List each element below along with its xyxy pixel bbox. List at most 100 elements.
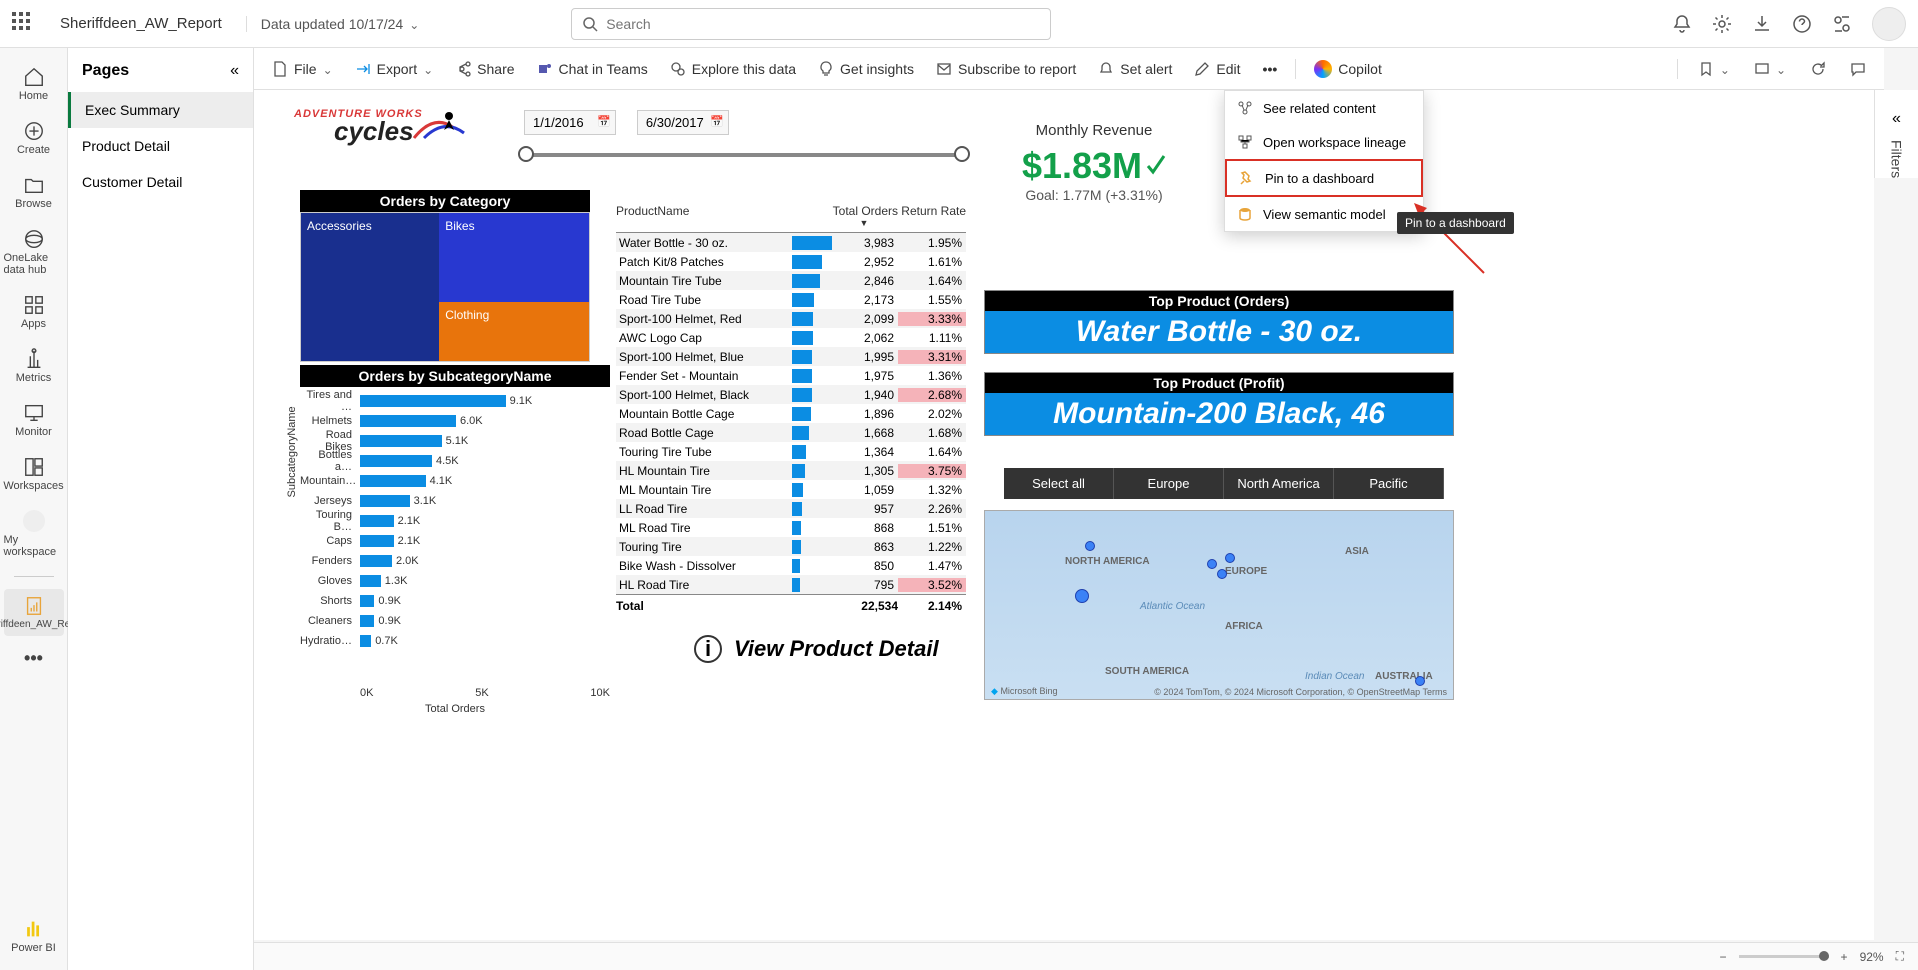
card-top-product-orders[interactable]: Top Product (Orders) Water Bottle - 30 o… bbox=[984, 290, 1454, 354]
table-row[interactable]: Sport-100 Helmet, Red2,0993.33% bbox=[616, 309, 966, 328]
search-box[interactable] bbox=[571, 8, 1051, 40]
table-row[interactable]: HL Mountain Tire1,3053.75% bbox=[616, 461, 966, 480]
share-button[interactable]: Share bbox=[447, 57, 522, 81]
slider-handle-end[interactable] bbox=[954, 146, 970, 162]
map-point[interactable] bbox=[1075, 589, 1089, 603]
download-icon[interactable] bbox=[1752, 14, 1772, 34]
menu-see-related[interactable]: See related content bbox=[1225, 91, 1423, 125]
nav-apps[interactable]: Apps bbox=[4, 288, 64, 336]
table-row[interactable]: Road Tire Tube2,1731.55% bbox=[616, 290, 966, 309]
table-row[interactable]: Road Bottle Cage1,6681.68% bbox=[616, 423, 966, 442]
treemap-tile-clothing[interactable]: Clothing bbox=[439, 302, 589, 361]
nav-powerbi[interactable]: Power BI bbox=[4, 912, 64, 960]
comment-button[interactable] bbox=[1842, 57, 1874, 81]
bookmark-button[interactable] bbox=[1690, 57, 1738, 81]
treemap-orders-by-category[interactable]: Orders by Category Accessories Bikes Clo… bbox=[300, 190, 590, 362]
table-row[interactable]: Touring Tire Tube1,3641.64% bbox=[616, 442, 966, 461]
bar-row[interactable]: Road Bikes5.1K bbox=[360, 433, 604, 448]
menu-view-semantic-model[interactable]: View semantic model bbox=[1225, 197, 1423, 231]
date-range-slicer[interactable]: 1/1/2016📅 6/30/2017📅 bbox=[524, 110, 964, 157]
table-row[interactable]: Water Bottle - 30 oz.3,9831.95% bbox=[616, 233, 966, 252]
bar-row[interactable]: Touring B…2.1K bbox=[360, 513, 604, 528]
bar-row[interactable]: Caps2.1K bbox=[360, 533, 604, 548]
collapse-pages-icon[interactable]: « bbox=[230, 62, 239, 80]
page-exec-summary[interactable]: Exec Summary bbox=[68, 92, 253, 128]
bar-row[interactable]: Cleaners0.9K bbox=[360, 613, 604, 628]
nav-create[interactable]: Create bbox=[4, 114, 64, 162]
kpi-monthly-revenue[interactable]: Monthly Revenue $1.83M Goal: 1.77M (+3.3… bbox=[984, 122, 1204, 203]
nav-home[interactable]: Home bbox=[4, 60, 64, 108]
nav-my-workspace[interactable]: My workspace bbox=[4, 504, 64, 564]
table-row[interactable]: Touring Tire8631.22% bbox=[616, 537, 966, 556]
bar-row[interactable]: Jerseys3.1K bbox=[360, 493, 604, 508]
nav-metrics[interactable]: Metrics bbox=[4, 342, 64, 390]
chat-teams-button[interactable]: Chat in Teams bbox=[529, 57, 656, 81]
map-point[interactable] bbox=[1207, 559, 1217, 569]
nav-browse[interactable]: Browse bbox=[4, 168, 64, 216]
card-top-product-profit[interactable]: Top Product (Profit) Mountain-200 Black,… bbox=[984, 372, 1454, 436]
menu-workspace-lineage[interactable]: Open workspace lineage bbox=[1225, 125, 1423, 159]
col-total-orders[interactable]: Total Orders▼ bbox=[830, 204, 898, 228]
bar-row[interactable]: Shorts0.9K bbox=[360, 593, 604, 608]
table-row[interactable]: Sport-100 Helmet, Black1,9402.68% bbox=[616, 385, 966, 404]
table-row[interactable]: Patch Kit/8 Patches2,9521.61% bbox=[616, 252, 966, 271]
world-map[interactable]: NORTH AMERICA SOUTH AMERICA EUROPE AFRIC… bbox=[984, 510, 1454, 700]
table-row[interactable]: AWC Logo Cap2,0621.11% bbox=[616, 328, 966, 347]
page-customer-detail[interactable]: Customer Detail bbox=[68, 164, 253, 200]
treemap-tile-accessories[interactable]: Accessories bbox=[301, 213, 439, 361]
bar-row[interactable]: Helmets6.0K bbox=[360, 413, 604, 428]
nav-current-report[interactable]: Sheriffdeen_AW_Report bbox=[4, 589, 64, 636]
export-menu[interactable]: Export bbox=[347, 57, 442, 81]
data-updated-dropdown[interactable]: Data updated 10/17/24 bbox=[246, 16, 420, 32]
bar-row[interactable]: Hydratio…0.7K bbox=[360, 633, 604, 648]
map-point[interactable] bbox=[1085, 541, 1095, 551]
account-manager-icon[interactable] bbox=[1832, 14, 1852, 34]
date-start-input[interactable]: 1/1/2016📅 bbox=[524, 110, 616, 135]
nav-more[interactable]: ••• bbox=[4, 642, 64, 675]
help-icon[interactable] bbox=[1792, 14, 1812, 34]
view-mode-button[interactable] bbox=[1746, 57, 1794, 81]
nav-onelake[interactable]: OneLake data hub bbox=[4, 222, 64, 282]
user-avatar[interactable] bbox=[1872, 7, 1906, 41]
nav-workspaces[interactable]: Workspaces bbox=[4, 450, 64, 498]
bar-row[interactable]: Fenders2.0K bbox=[360, 553, 604, 568]
edit-button[interactable]: Edit bbox=[1186, 57, 1248, 81]
region-north-america[interactable]: North America bbox=[1224, 468, 1334, 499]
copilot-button[interactable]: Copilot bbox=[1306, 56, 1390, 82]
table-row[interactable]: ML Road Tire8681.51% bbox=[616, 518, 966, 537]
table-row[interactable]: ML Mountain Tire1,0591.32% bbox=[616, 480, 966, 499]
notifications-icon[interactable] bbox=[1672, 14, 1692, 34]
bar-row[interactable]: Mountain…4.1K bbox=[360, 473, 604, 488]
menu-pin-to-dashboard[interactable]: Pin to a dashboard bbox=[1225, 159, 1423, 197]
region-europe[interactable]: Europe bbox=[1114, 468, 1224, 499]
col-return-rate[interactable]: Return Rate bbox=[898, 204, 966, 228]
settings-icon[interactable] bbox=[1712, 14, 1732, 34]
table-row[interactable]: Mountain Bottle Cage1,8962.02% bbox=[616, 404, 966, 423]
bar-row[interactable]: Bottles a…4.5K bbox=[360, 453, 604, 468]
nav-monitor[interactable]: Monitor bbox=[4, 396, 64, 444]
table-row[interactable]: Fender Set - Mountain1,9751.36% bbox=[616, 366, 966, 385]
barchart-orders-by-subcat[interactable]: Orders by SubcategoryName SubcategoryNam… bbox=[300, 365, 610, 715]
region-pacific[interactable]: Pacific bbox=[1334, 468, 1444, 499]
insights-button[interactable]: Get insights bbox=[810, 57, 922, 81]
zoom-slider[interactable] bbox=[1739, 955, 1829, 958]
date-slider[interactable] bbox=[524, 153, 964, 157]
product-table[interactable]: ProductName Total Orders▼ Return Rate Wa… bbox=[616, 200, 966, 617]
slider-handle-start[interactable] bbox=[518, 146, 534, 162]
refresh-button[interactable] bbox=[1802, 57, 1834, 81]
subscribe-button[interactable]: Subscribe to report bbox=[928, 57, 1084, 81]
table-row[interactable]: LL Road Tire9572.26% bbox=[616, 499, 966, 518]
treemap-tile-bikes[interactable]: Bikes bbox=[439, 213, 589, 302]
bar-row[interactable]: Tires and …9.1K bbox=[360, 393, 604, 408]
region-select-all[interactable]: Select all bbox=[1004, 468, 1114, 499]
zoom-out-button[interactable]: − bbox=[1720, 950, 1727, 964]
table-row[interactable]: Sport-100 Helmet, Blue1,9953.31% bbox=[616, 347, 966, 366]
table-row[interactable]: HL Road Tire7953.52% bbox=[616, 575, 966, 594]
map-point[interactable] bbox=[1217, 569, 1227, 579]
zoom-in-button[interactable]: + bbox=[1841, 950, 1848, 964]
col-productname[interactable]: ProductName bbox=[616, 204, 830, 228]
bar-row[interactable]: Gloves1.3K bbox=[360, 573, 604, 588]
explore-button[interactable]: Explore this data bbox=[662, 57, 804, 81]
alert-button[interactable]: Set alert bbox=[1090, 57, 1180, 81]
file-menu[interactable]: File bbox=[264, 57, 341, 81]
